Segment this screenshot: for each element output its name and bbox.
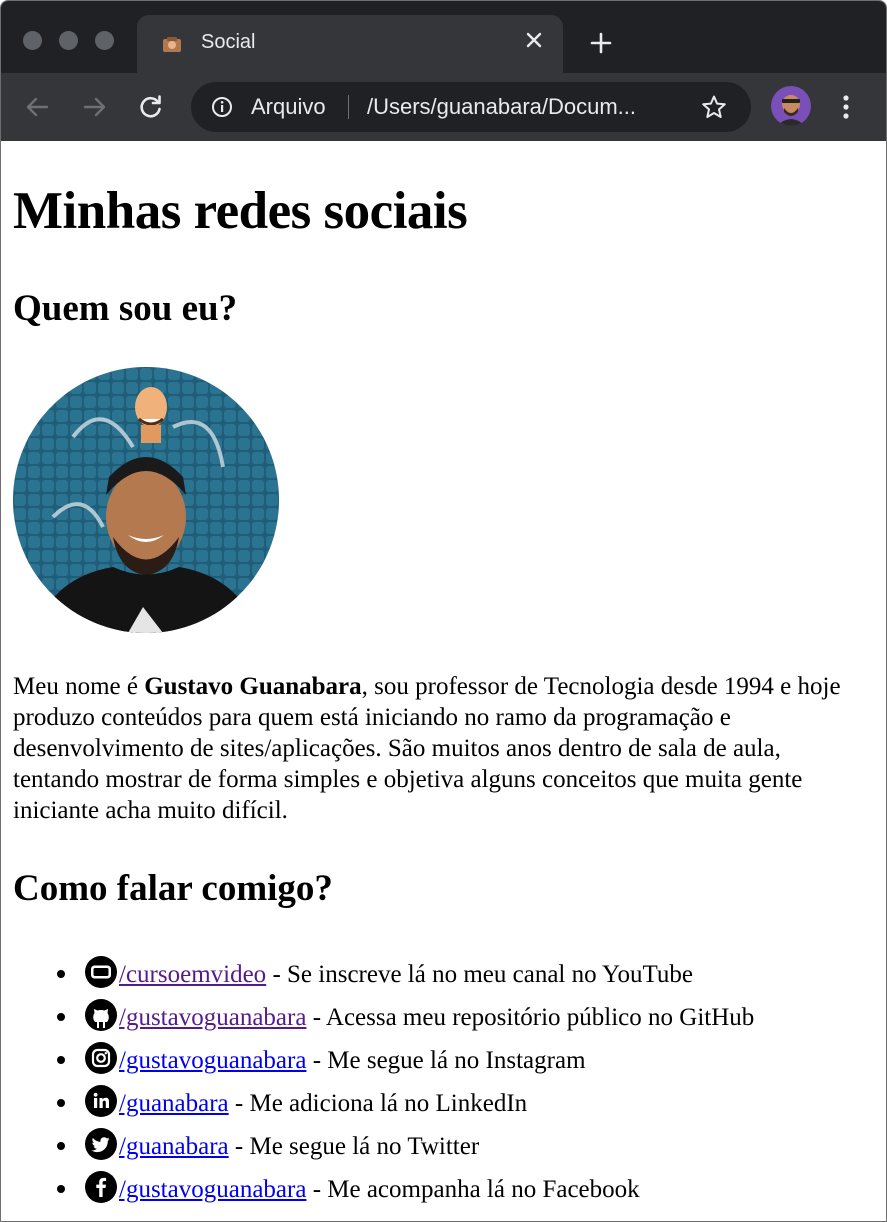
item-text: /gustavoguanabara - Acessa meu repositór… <box>119 996 754 1039</box>
item-desc: - Me acompanha lá no Facebook <box>306 1176 640 1203</box>
address-bar[interactable]: Arquivo /Users/guanabara/Docum... <box>191 82 751 132</box>
browser-window: Social Arquivo /Users/guanabara/Docum...… <box>0 0 887 1222</box>
item-desc: - Me adiciona lá no LinkedIn <box>228 1090 528 1117</box>
youtube-link[interactable]: /cursoemvideo <box>119 961 266 988</box>
new-tab-icon[interactable] <box>589 31 613 55</box>
about-heading: Quem sou eu? <box>13 288 238 329</box>
reload-icon[interactable] <box>137 93 165 121</box>
item-desc: - Acessa meu repositório público no GitH… <box>306 1004 755 1031</box>
profile-photo-image <box>13 367 279 633</box>
instagram-icon <box>85 1042 117 1074</box>
close-tab-icon[interactable] <box>523 29 545 51</box>
profile-avatar[interactable] <box>771 86 811 126</box>
info-icon[interactable] <box>211 96 233 118</box>
instagram-link[interactable]: /gustavoguanabara <box>119 1047 306 1074</box>
bullet <box>57 1185 65 1193</box>
minimize-window-button[interactable] <box>59 31 78 50</box>
item-desc: - Me segue lá no Instagram <box>306 1047 586 1074</box>
youtube-icon <box>85 956 117 988</box>
profile-avatar-image <box>771 86 811 126</box>
tab-social[interactable]: Social <box>137 15 563 73</box>
back-arrow-icon[interactable] <box>23 93 51 121</box>
address-separator <box>348 95 349 119</box>
bookmark-star-icon[interactable] <box>701 94 727 120</box>
facebook-icon <box>85 1171 117 1203</box>
contact-heading: Como falar comigo? <box>13 868 333 909</box>
item-desc: - Se inscreve lá no meu canal no YouTube <box>266 961 693 988</box>
github-icon <box>85 999 117 1031</box>
item-text: /gustavoguanabara - Me segue lá no Insta… <box>119 1039 586 1082</box>
bio-name: Gustavo Guanabara <box>144 673 362 700</box>
forward-arrow-icon[interactable] <box>81 93 109 121</box>
twitter-icon <box>85 1128 117 1160</box>
maximize-window-button[interactable] <box>95 31 114 50</box>
page-content: Minhas redes sociais Quem sou eu? Meu no… <box>1 141 886 1221</box>
bullet <box>57 1142 65 1150</box>
item-text: /guanabara - Me adiciona lá no LinkedIn <box>119 1082 527 1125</box>
page-title: Minhas redes sociais <box>13 182 468 240</box>
github-link[interactable]: /gustavoguanabara <box>119 1004 306 1031</box>
profile-photo <box>13 367 279 633</box>
linkedin-icon <box>85 1085 117 1117</box>
item-desc: - Me segue lá no Twitter <box>228 1133 480 1160</box>
item-text: /cursoemvideo - Se inscreve lá no meu ca… <box>119 953 693 996</box>
url-text[interactable]: /Users/guanabara/Docum... <box>367 94 636 120</box>
item-text: /guanabara - Me segue lá no Twitter <box>119 1125 479 1168</box>
bio-paragraph: Meu nome é Gustavo Guanabara, sou profes… <box>13 671 873 826</box>
bio-text-start: Meu nome é <box>13 673 145 700</box>
bullet <box>57 1013 65 1021</box>
toolbar: Arquivo /Users/guanabara/Docum... <box>1 73 886 141</box>
facebook-link[interactable]: /gustavoguanabara <box>119 1176 306 1203</box>
close-window-button[interactable] <box>23 31 42 50</box>
bullet <box>57 1056 65 1064</box>
bullet <box>57 1099 65 1107</box>
tab-title: Social <box>201 31 256 53</box>
twitter-link[interactable]: /guanabara <box>119 1133 229 1160</box>
item-text: /gustavoguanabara - Me acompanha lá no F… <box>119 1168 640 1211</box>
site-label: Arquivo <box>251 94 326 119</box>
tab-bar: Social <box>1 1 886 73</box>
favicon-icon <box>163 37 181 52</box>
bullet <box>57 970 65 978</box>
menu-dots-icon[interactable] <box>839 93 853 121</box>
linkedin-link[interactable]: /guanabara <box>119 1090 229 1117</box>
